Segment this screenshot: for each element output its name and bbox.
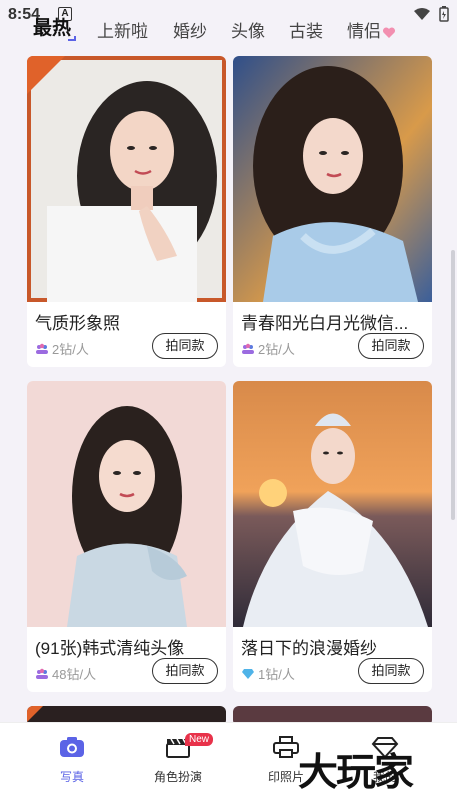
printer-icon bbox=[273, 736, 299, 758]
same-style-button[interactable]: 拍同款 bbox=[152, 333, 218, 359]
tab-couple[interactable]: 情侣 bbox=[347, 17, 396, 42]
tab-new[interactable]: 上新啦 bbox=[97, 17, 148, 42]
tab-hot[interactable]: 最热 bbox=[33, 14, 71, 40]
template-card[interactable]: (91张)韩式清纯头像 48钻/人 拍同款 bbox=[27, 381, 226, 692]
card-photo[interactable] bbox=[233, 381, 432, 627]
crowd-icon bbox=[242, 343, 254, 354]
card-cost: 1钻/人 bbox=[241, 664, 295, 683]
card-cost-text: 1钻/人 bbox=[258, 667, 295, 682]
active-tab-indicator bbox=[68, 36, 76, 41]
nav-roleplay[interactable]: New 角色扮演 bbox=[133, 733, 223, 785]
card-cost-text: 48钻/人 bbox=[52, 667, 97, 682]
watermark-logo: 大玩家 bbox=[298, 750, 414, 795]
template-card[interactable]: 青春阳光白月光微信... 2钻/人 拍同款 bbox=[233, 56, 432, 367]
card-title: (91张)韩式清纯头像 bbox=[35, 639, 185, 658]
scrollbar[interactable] bbox=[451, 250, 455, 520]
tab-wedding[interactable]: 婚纱 bbox=[173, 17, 207, 42]
diamond-icon bbox=[242, 668, 254, 679]
card-photo[interactable] bbox=[27, 381, 226, 627]
card-title: 落日下的浪漫婚纱 bbox=[241, 639, 377, 658]
card-cost: 2钻/人 bbox=[35, 339, 89, 358]
template-card[interactable]: 落日下的浪漫婚纱 1钻/人 拍同款 bbox=[233, 381, 432, 692]
card-cost: 2钻/人 bbox=[241, 339, 295, 358]
heart-icon bbox=[382, 27, 396, 38]
template-card[interactable]: 气质形象照 2钻/人 拍同款 bbox=[27, 56, 226, 367]
card-cost: 48钻/人 bbox=[35, 664, 96, 683]
card-title: 气质形象照 bbox=[35, 314, 120, 333]
nav-roleplay-label: 角色扮演 bbox=[153, 770, 202, 784]
card-cost-text: 2钻/人 bbox=[258, 342, 295, 357]
card-photo[interactable] bbox=[27, 56, 226, 302]
tab-avatar[interactable]: 头像 bbox=[231, 17, 265, 42]
corner-badge bbox=[27, 706, 43, 722]
nav-photo-label: 写真 bbox=[59, 770, 84, 784]
tab-couple-label: 情侣 bbox=[347, 22, 381, 41]
nav-photo[interactable]: 写真 bbox=[27, 735, 117, 785]
new-badge: New bbox=[185, 733, 214, 746]
crowd-icon bbox=[36, 343, 48, 354]
same-style-button[interactable]: 拍同款 bbox=[152, 658, 218, 684]
same-style-button[interactable]: 拍同款 bbox=[358, 333, 424, 359]
card-cost-text: 2钻/人 bbox=[52, 342, 89, 357]
same-style-button[interactable]: 拍同款 bbox=[358, 658, 424, 684]
corner-badge bbox=[27, 56, 65, 94]
tab-ancient[interactable]: 古装 bbox=[289, 17, 323, 42]
crowd-icon bbox=[36, 668, 48, 679]
card-title: 青春阳光白月光微信... bbox=[241, 314, 409, 333]
card-photo[interactable] bbox=[233, 56, 432, 302]
camera-icon bbox=[60, 737, 84, 757]
